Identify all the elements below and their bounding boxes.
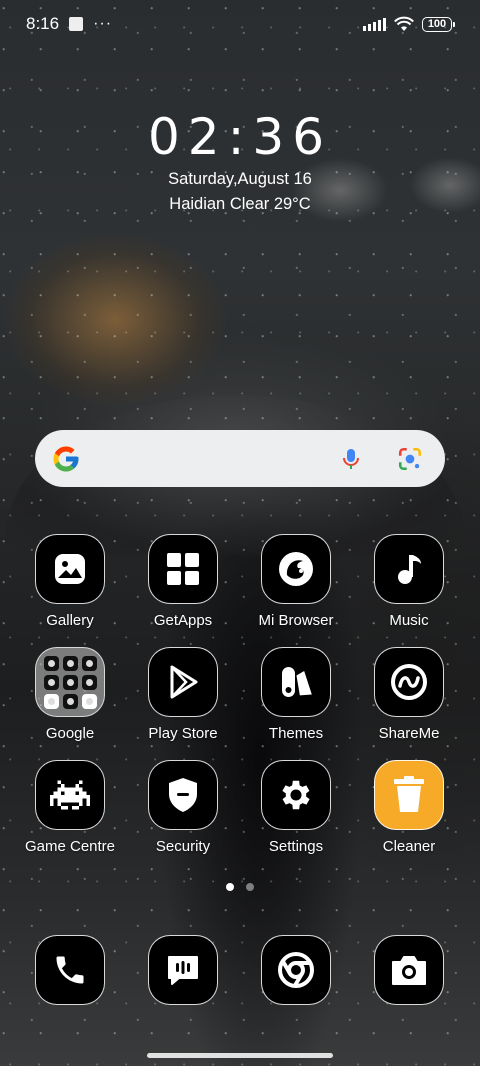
google-search-bar[interactable] xyxy=(35,430,445,487)
page-dot xyxy=(246,883,254,891)
app-gallery[interactable]: Gallery xyxy=(14,534,126,629)
status-time: 8:16 xyxy=(26,14,60,33)
google-logo-icon xyxy=(53,446,79,471)
app-label: Game Centre xyxy=(24,838,116,855)
play-store-icon xyxy=(148,647,218,717)
app-label: Gallery xyxy=(46,612,94,629)
folder-google[interactable]: Google xyxy=(14,647,126,742)
app-label: Music xyxy=(389,612,429,629)
app-play-store[interactable]: Play Store xyxy=(127,647,239,742)
app-game-centre[interactable]: Game Centre xyxy=(14,760,126,855)
signal-icon xyxy=(363,17,386,31)
gear-icon xyxy=(261,760,331,830)
app-getapps[interactable]: GetApps xyxy=(127,534,239,629)
battery-icon: 100 xyxy=(422,16,455,32)
clock-date[interactable]: Saturday,August 16 xyxy=(0,170,480,189)
microphone-icon[interactable] xyxy=(339,447,363,471)
folder-app-icon xyxy=(81,693,97,709)
getapps-icon xyxy=(148,534,218,604)
google-lens-icon[interactable] xyxy=(397,446,423,472)
phone-icon xyxy=(35,935,105,1005)
app-label: Mi Browser xyxy=(258,612,334,629)
app-music[interactable]: Music xyxy=(353,534,465,629)
folder-app-icon xyxy=(62,655,78,671)
music-note-icon xyxy=(374,534,444,604)
folder-app-icon xyxy=(43,693,59,709)
browser-icon xyxy=(261,534,331,604)
dock-messages[interactable] xyxy=(127,935,239,1005)
dock-phone[interactable] xyxy=(14,935,126,1005)
clock-time[interactable]: 02:36 xyxy=(0,108,480,166)
chrome-icon xyxy=(261,935,331,1005)
weather-info[interactable]: Haidian Clear 29°C xyxy=(0,195,480,214)
folder-app-icon xyxy=(43,674,59,690)
app-label: ShareMe xyxy=(378,725,440,742)
app-label: Settings xyxy=(268,838,324,855)
shareme-icon xyxy=(374,647,444,717)
themes-icon xyxy=(261,647,331,717)
app-settings[interactable]: Settings xyxy=(240,760,352,855)
gallery-icon xyxy=(35,534,105,604)
more-notifications-icon: ··· xyxy=(93,15,113,32)
page-dot-active xyxy=(226,883,234,891)
shield-icon xyxy=(148,760,218,830)
app-label: Themes xyxy=(268,725,324,742)
gesture-nav-handle[interactable] xyxy=(147,1053,333,1058)
game-invader-icon xyxy=(35,760,105,830)
app-shareme[interactable]: ShareMe xyxy=(353,647,465,742)
folder-icon xyxy=(35,647,105,717)
folder-app-icon xyxy=(81,674,97,690)
app-label: GetApps xyxy=(153,612,213,629)
dock-chrome[interactable] xyxy=(240,935,352,1005)
folder-app-icon xyxy=(62,674,78,690)
status-bar: 8:16 ··· 100 xyxy=(0,0,480,48)
camera-icon xyxy=(374,935,444,1005)
app-label: Security xyxy=(155,838,211,855)
messages-icon xyxy=(148,935,218,1005)
page-indicator[interactable] xyxy=(0,883,480,891)
app-label: Google xyxy=(45,725,95,742)
app-security[interactable]: Security xyxy=(127,760,239,855)
dock-camera[interactable] xyxy=(353,935,465,1005)
app-label: Play Store xyxy=(148,725,218,742)
app-label: Cleaner xyxy=(382,838,436,855)
app-mi-browser[interactable]: Mi Browser xyxy=(240,534,352,629)
app-cleaner[interactable]: Cleaner xyxy=(353,760,465,855)
app-themes[interactable]: Themes xyxy=(240,647,352,742)
trash-icon xyxy=(374,760,444,830)
folder-app-icon xyxy=(62,693,78,709)
wifi-icon xyxy=(394,16,414,31)
folder-app-icon xyxy=(43,655,59,671)
notification-icon xyxy=(69,17,84,31)
folder-app-icon xyxy=(81,655,97,671)
